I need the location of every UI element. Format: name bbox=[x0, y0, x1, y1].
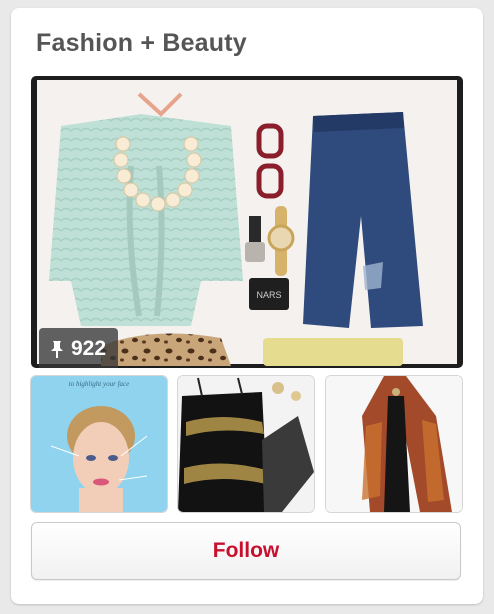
kimono-outfit-photo bbox=[326, 376, 462, 512]
follow-button[interactable]: Follow bbox=[31, 522, 461, 580]
pin-count: 922 bbox=[71, 337, 107, 360]
board-cover-image[interactable]: NARS 922 bbox=[31, 76, 463, 368]
svg-text:to highlight your face: to highlight your face bbox=[69, 380, 129, 388]
board-thumbnail-3[interactable] bbox=[326, 376, 462, 512]
board-card[interactable]: Fashion + Beauty NARS 922 to highlight y… bbox=[11, 8, 483, 604]
board-thumbnail-1[interactable]: to highlight your face bbox=[31, 376, 167, 512]
svg-text:NARS: NARS bbox=[256, 290, 281, 300]
lace-top-photo bbox=[178, 376, 314, 512]
cover-flatlay-photo: NARS bbox=[37, 80, 457, 366]
board-thumbnail-2[interactable] bbox=[178, 376, 314, 512]
pin-count-badge: 922 bbox=[39, 328, 119, 368]
pushpin-icon bbox=[49, 340, 65, 358]
makeup-diagram-photo: to highlight your face bbox=[31, 376, 167, 512]
board-title[interactable]: Fashion + Beauty bbox=[36, 29, 247, 58]
